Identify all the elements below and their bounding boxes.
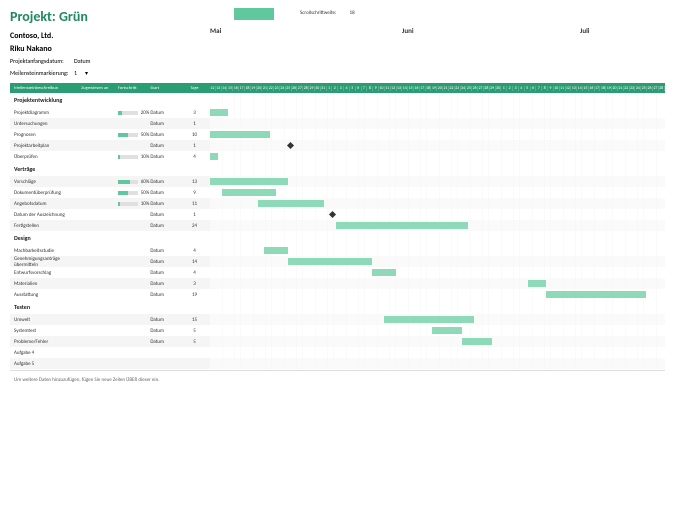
task-row[interactable]: Aufgabe 5 bbox=[10, 358, 210, 369]
gantt-bar[interactable] bbox=[462, 338, 492, 345]
footer-hint: Um weitere Daten hinzuzufügen, fügen Sie… bbox=[10, 377, 665, 383]
section-header: Testen bbox=[10, 300, 210, 314]
gantt-bar[interactable] bbox=[432, 327, 462, 334]
task-row[interactable]: Aufgabe 4 bbox=[10, 347, 210, 358]
task-row[interactable]: Dokumentüberprüfung50%Datum9 bbox=[10, 187, 210, 198]
gantt-bar[interactable] bbox=[288, 258, 372, 265]
task-row[interactable]: MachbarkeitsstudieDatum4 bbox=[10, 245, 210, 256]
task-row[interactable]: SystemtestDatum5 bbox=[10, 325, 210, 336]
gantt-bar[interactable] bbox=[210, 153, 218, 160]
scroll-value[interactable]: 18 bbox=[350, 10, 355, 16]
month-label: Juni bbox=[402, 26, 414, 35]
gantt-bar[interactable] bbox=[528, 280, 546, 287]
task-row[interactable]: Prognosen50%Datum10 bbox=[10, 129, 210, 140]
gantt-bar[interactable] bbox=[210, 109, 228, 116]
task-row[interactable]: Probleme/FehlerDatum5 bbox=[10, 336, 210, 347]
task-row[interactable]: Projektdiagramm20%Datum3 bbox=[10, 107, 210, 118]
task-row[interactable]: MaterialienDatum3 bbox=[10, 278, 210, 289]
section-header: Verträge bbox=[10, 162, 210, 176]
gantt-bar[interactable] bbox=[210, 178, 288, 185]
task-row[interactable]: UmweltDatum15 bbox=[10, 314, 210, 325]
task-row[interactable]: FertigstellenDatum24 bbox=[10, 220, 210, 231]
task-row[interactable]: Datum der AuszeichnungDatum1 bbox=[10, 209, 210, 220]
manager-name: Riku Nakano bbox=[10, 44, 210, 54]
task-row[interactable]: EntwurfsvorschlagDatum4 bbox=[10, 267, 210, 278]
gantt-bar[interactable] bbox=[384, 316, 474, 323]
header-left: Projekt: Grün Contoso, Ltd. Riku Nakano … bbox=[10, 8, 210, 81]
milestone-value[interactable]: 1 bbox=[74, 69, 77, 77]
start-date-value[interactable]: Datum bbox=[74, 57, 90, 65]
project-title: Projekt: Grün bbox=[10, 8, 210, 25]
header-right: Scrollschrittweite: 18 Mai Juni Juli bbox=[210, 8, 665, 81]
gantt-bar[interactable] bbox=[336, 222, 468, 229]
section-header: Projektentwicklung bbox=[10, 93, 210, 107]
gantt-bar[interactable] bbox=[264, 247, 288, 254]
task-row[interactable]: ProjektarbeitplanDatum1 bbox=[10, 140, 210, 151]
scroll-label: Scrollschrittweite: bbox=[300, 10, 336, 16]
today-indicator bbox=[234, 8, 274, 20]
day-header: 1213141516171819202122232425262728293031… bbox=[210, 83, 665, 93]
section-header: Design bbox=[10, 231, 210, 245]
table-header: Meilensteinbeschreibun Zugewiesen an For… bbox=[10, 83, 210, 93]
milestone-label: Meilensteinmarkierung: bbox=[10, 69, 70, 77]
task-row[interactable]: UntersuchungenDatum1 bbox=[10, 118, 210, 129]
task-row[interactable]: Vorschläge60%Datum13 bbox=[10, 176, 210, 187]
month-label: Juli bbox=[580, 26, 590, 35]
gantt-bar[interactable] bbox=[372, 269, 396, 276]
task-row[interactable]: Genehmigungsanträge übermittelnDatum14 bbox=[10, 256, 210, 267]
task-row[interactable]: Angebotsdatum10%Datum11 bbox=[10, 198, 210, 209]
milestone-diamond bbox=[287, 142, 294, 149]
start-date-label: Projektanfangsdatum: bbox=[10, 57, 70, 65]
gantt-bar[interactable] bbox=[546, 291, 646, 298]
gantt-bar[interactable] bbox=[222, 189, 276, 196]
task-row[interactable]: AusstattungDatum19 bbox=[10, 289, 210, 300]
company-name: Contoso, Ltd. bbox=[10, 31, 210, 41]
gantt-bar[interactable] bbox=[210, 131, 270, 138]
task-row[interactable]: Überprüfen10%Datum4 bbox=[10, 151, 210, 162]
month-label: Mai bbox=[210, 26, 221, 35]
milestone-diamond bbox=[329, 211, 336, 218]
gantt-bar[interactable] bbox=[258, 200, 324, 207]
